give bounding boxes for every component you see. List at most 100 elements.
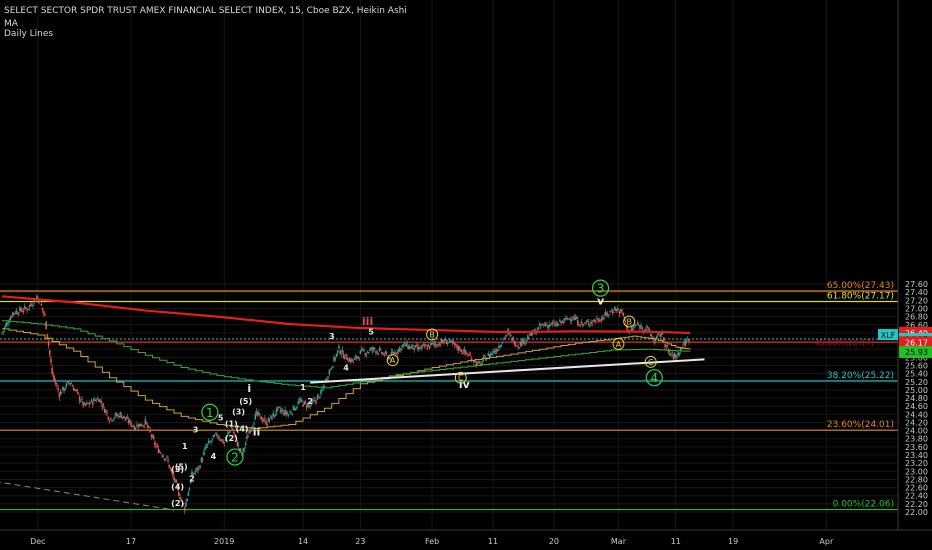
candle-body xyxy=(1,332,3,334)
candle-body xyxy=(156,445,159,447)
candle-body xyxy=(164,458,167,460)
fib-level-label: 65.00%(27.43) xyxy=(827,281,894,291)
candle-body xyxy=(553,322,555,323)
candle-body xyxy=(275,408,278,413)
y-tick-label: 24.00 xyxy=(905,427,928,436)
time-axis-bg xyxy=(0,530,932,550)
candle-body xyxy=(117,414,119,416)
candle-body xyxy=(167,459,169,462)
y-tick-label: 23.00 xyxy=(905,467,928,476)
candle-body xyxy=(27,308,30,310)
y-tick-label: 25.40 xyxy=(905,370,928,379)
y-tick-label: 24.40 xyxy=(905,410,928,419)
candle-body xyxy=(34,301,37,302)
y-tick-label: 27.40 xyxy=(905,288,928,297)
candle-body xyxy=(44,314,46,316)
candle-body xyxy=(426,347,429,349)
candle-body xyxy=(213,435,216,437)
candle-body xyxy=(301,399,303,402)
candle-body xyxy=(385,353,388,354)
candle-body xyxy=(588,324,591,326)
candle-body xyxy=(96,398,99,400)
y-tick-label: 27.20 xyxy=(905,296,928,305)
candle-body xyxy=(264,418,266,420)
candle-body xyxy=(512,337,515,339)
candle-body xyxy=(52,375,55,378)
candle-body xyxy=(373,348,376,350)
candle-body xyxy=(271,417,273,420)
candle-body xyxy=(439,344,442,346)
indicator-daily-lines-label[interactable]: Daily Lines xyxy=(4,29,53,39)
candle-body xyxy=(302,404,304,407)
candle-body xyxy=(421,345,424,347)
candle-body xyxy=(123,415,125,417)
candle-body xyxy=(162,456,165,457)
candle-body xyxy=(534,329,536,331)
candle-body xyxy=(217,437,220,439)
candle-body xyxy=(685,339,688,342)
candle-body xyxy=(442,340,444,343)
candle-body xyxy=(587,322,590,325)
candle-body xyxy=(347,361,350,363)
candle-body xyxy=(580,321,583,323)
candle-body xyxy=(133,427,136,431)
wave-label-small: (2) xyxy=(171,499,184,508)
candle-body xyxy=(314,400,316,402)
candle-body xyxy=(285,411,288,415)
candle-body xyxy=(266,424,269,426)
candle-body xyxy=(465,352,468,354)
y-tick-label: 22.00 xyxy=(905,508,928,517)
candle-body xyxy=(496,349,499,352)
candle-body xyxy=(40,303,43,306)
candle-body xyxy=(8,322,10,324)
candle-body xyxy=(201,459,204,460)
y-tick-label: 27.60 xyxy=(905,280,928,289)
candle-body xyxy=(183,507,186,511)
candle-body xyxy=(633,327,635,329)
candle-body xyxy=(686,338,689,340)
candle-body xyxy=(432,342,435,344)
candle-body xyxy=(549,324,552,326)
candle-body xyxy=(316,396,319,400)
candle-body xyxy=(161,455,163,457)
candle-body xyxy=(357,356,359,358)
candle-body xyxy=(274,414,277,416)
candle-body xyxy=(528,338,530,339)
candle-body xyxy=(376,351,378,353)
candle-body xyxy=(669,353,671,355)
price-chart[interactable]: 65.00%(27.43)61.80%(27.17) 38.20%(25.22) 2… xyxy=(0,0,932,550)
candle-body xyxy=(54,382,57,385)
candle-body xyxy=(48,350,51,355)
candle-body xyxy=(158,451,161,453)
candle-body xyxy=(41,307,44,311)
candle-body xyxy=(237,445,240,446)
candle-body xyxy=(315,401,317,403)
candle-body xyxy=(657,333,659,335)
candle-body xyxy=(452,342,455,343)
wave-label-text: 1 xyxy=(206,406,214,420)
indicator-ma-label[interactable]: MA xyxy=(4,19,18,29)
candle-body xyxy=(461,351,463,353)
candle-body xyxy=(94,399,96,401)
candle-body xyxy=(109,417,112,419)
candle-body xyxy=(71,385,74,387)
candle-body xyxy=(383,354,386,356)
candle-body xyxy=(412,344,414,347)
candle xyxy=(260,416,263,420)
candle-body xyxy=(395,353,398,355)
candle-body xyxy=(223,442,226,444)
candle-body xyxy=(594,321,597,322)
candle-body xyxy=(612,312,615,313)
candle-body xyxy=(621,310,623,312)
candle-body xyxy=(538,324,541,326)
candle-body xyxy=(406,342,408,346)
x-tick-label: 20 xyxy=(549,537,559,546)
candle-body xyxy=(291,413,294,415)
candle-body xyxy=(341,349,344,352)
candle-body xyxy=(653,341,656,344)
y-tick-label: 24.80 xyxy=(905,394,928,403)
candle-body xyxy=(157,448,160,453)
candle-body xyxy=(448,341,450,343)
candle-body xyxy=(551,322,554,324)
candle-body xyxy=(455,343,457,345)
